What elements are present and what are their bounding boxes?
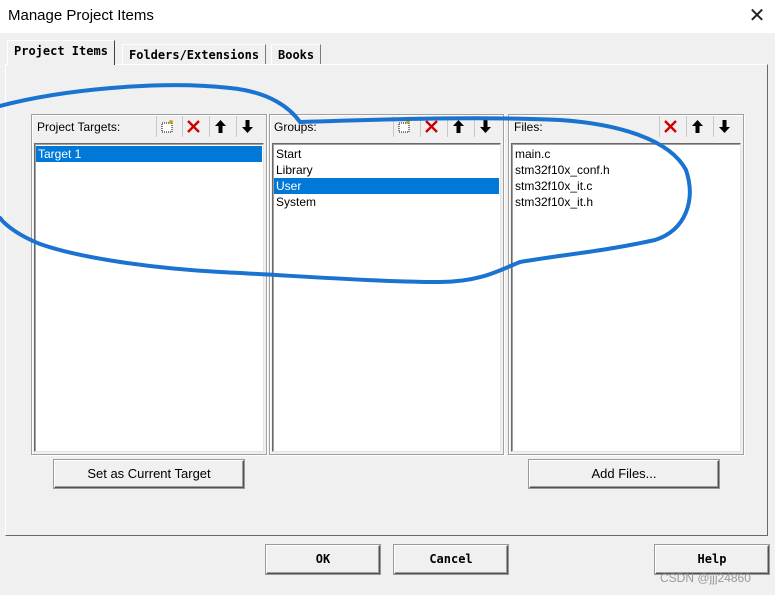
list-item-file[interactable]: stm32f10x_conf.h bbox=[513, 162, 739, 178]
help-button[interactable]: Help bbox=[655, 545, 769, 574]
move-file-up-button[interactable] bbox=[686, 116, 707, 137]
watermark: CSDN @jjj24860 bbox=[660, 571, 751, 585]
groups-list[interactable]: Start Library User System bbox=[272, 143, 501, 452]
files-label: Files: bbox=[514, 120, 543, 134]
set-current-target-button[interactable]: Set as Current Target bbox=[54, 460, 244, 488]
move-target-down-button[interactable] bbox=[236, 116, 257, 137]
window-title: Manage Project Items bbox=[8, 7, 154, 24]
ok-button[interactable]: OK bbox=[266, 545, 380, 574]
move-up-icon bbox=[453, 120, 464, 133]
move-down-icon bbox=[242, 120, 253, 133]
delete-target-button[interactable] bbox=[182, 116, 203, 137]
list-item-group[interactable]: Library bbox=[274, 162, 499, 178]
close-icon[interactable]: ✕ bbox=[744, 5, 770, 27]
delete-icon bbox=[664, 120, 677, 133]
groups-label: Groups: bbox=[274, 120, 317, 134]
move-up-icon bbox=[215, 120, 226, 133]
move-group-up-button[interactable] bbox=[447, 116, 468, 137]
title-bar: Manage Project Items ✕ bbox=[0, 0, 775, 33]
new-item-icon bbox=[161, 120, 173, 133]
list-item-file[interactable]: main.c bbox=[513, 146, 739, 162]
new-item-icon bbox=[398, 120, 410, 133]
files-list[interactable]: main.c stm32f10x_conf.h stm32f10x_it.c s… bbox=[511, 143, 741, 452]
new-group-button[interactable] bbox=[393, 116, 414, 137]
tab-project-items[interactable]: Project Items bbox=[7, 40, 115, 65]
cancel-button[interactable]: Cancel bbox=[394, 545, 508, 574]
new-target-button[interactable] bbox=[156, 116, 177, 137]
move-target-up-button[interactable] bbox=[209, 116, 230, 137]
add-files-button[interactable]: Add Files... bbox=[529, 460, 719, 488]
delete-group-button[interactable] bbox=[420, 116, 441, 137]
targets-list[interactable]: Target 1 bbox=[34, 143, 264, 452]
list-item-group[interactable]: System bbox=[274, 194, 499, 210]
move-down-icon bbox=[480, 120, 491, 133]
list-item-file[interactable]: stm32f10x_it.c bbox=[513, 178, 739, 194]
list-item-file[interactable]: stm32f10x_it.h bbox=[513, 194, 739, 210]
tab-folders-extensions[interactable]: Folders/Extensions bbox=[122, 44, 267, 66]
tab-books[interactable]: Books bbox=[271, 44, 322, 66]
list-item-group[interactable]: Start bbox=[274, 146, 499, 162]
delete-icon bbox=[187, 120, 200, 133]
targets-label: Project Targets: bbox=[37, 120, 121, 134]
list-item-target[interactable]: Target 1 bbox=[36, 146, 262, 162]
move-up-icon bbox=[692, 120, 703, 133]
move-file-down-button[interactable] bbox=[713, 116, 734, 137]
move-down-icon bbox=[719, 120, 730, 133]
delete-icon bbox=[425, 120, 438, 133]
move-group-down-button[interactable] bbox=[474, 116, 495, 137]
list-item-group[interactable]: User bbox=[274, 178, 499, 194]
delete-file-button[interactable] bbox=[659, 116, 680, 137]
